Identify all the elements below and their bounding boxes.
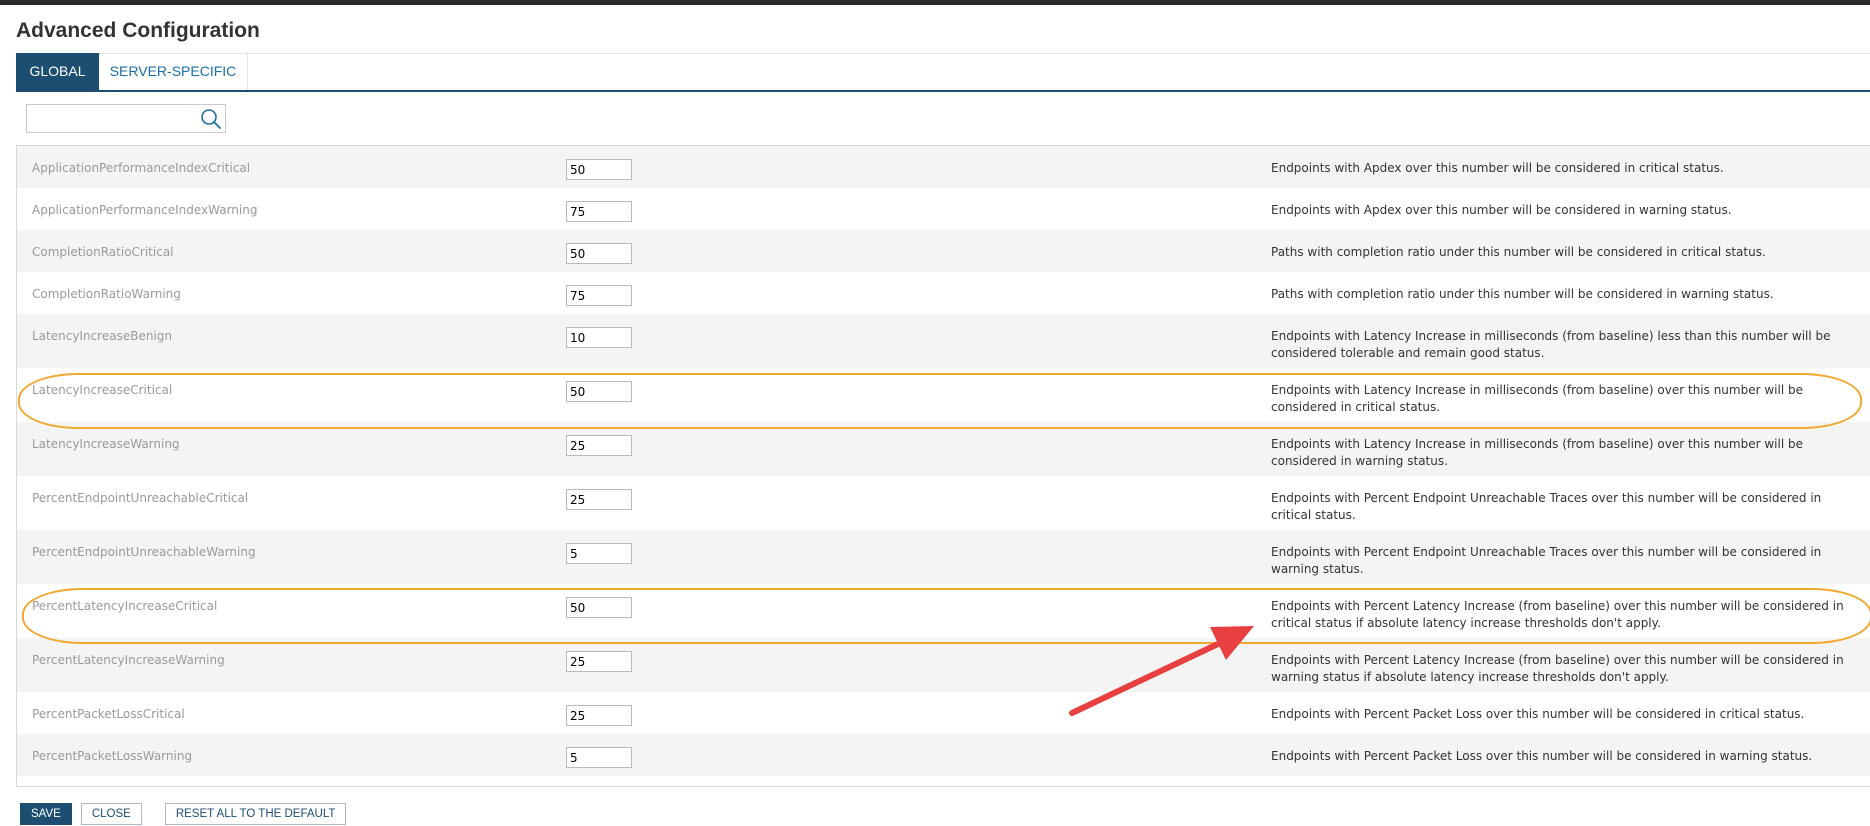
setting-row: PercentPacketLossCritical Endpoints with… [17, 692, 1870, 734]
setting-description: Endpoints with Percent Packet Loss over … [1271, 707, 1805, 721]
setting-description: Endpoints with Latency Increase in milli… [1271, 437, 1803, 468]
setting-value-input[interactable] [566, 651, 632, 672]
setting-name: ApplicationPerformanceIndexWarning [32, 203, 258, 217]
setting-row: CompletionRatioWarning Paths with comple… [17, 272, 1870, 314]
setting-row: PercentEndpointUnreachableCritical Endpo… [17, 476, 1870, 530]
setting-description: Endpoints with Percent Latency Increase … [1271, 653, 1844, 684]
setting-row: LatencyIncreaseBenign Endpoints with Lat… [17, 314, 1870, 368]
setting-row: ApplicationPerformanceIndexWarning Endpo… [17, 188, 1870, 230]
footer-actions: SAVE CLOSE RESET ALL TO THE DEFAULT [20, 803, 347, 825]
setting-value-input[interactable] [566, 327, 632, 348]
setting-row: LatencyIncreaseWarning Endpoints with La… [17, 422, 1870, 476]
search-icon[interactable] [199, 107, 223, 131]
setting-value-input[interactable] [566, 705, 632, 726]
setting-value-input[interactable] [566, 543, 632, 564]
page-title: Advanced Configuration [16, 19, 260, 42]
setting-description: Endpoints with Apdex over this number wi… [1271, 203, 1732, 217]
setting-row: PercentEndpointUnreachableWarning Endpoi… [17, 530, 1870, 584]
setting-name: ApplicationPerformanceIndexCritical [32, 161, 251, 175]
setting-name: PercentPacketLossCritical [32, 707, 185, 721]
setting-name: LatencyIncreaseWarning [32, 437, 180, 451]
setting-name: PercentLatencyIncreaseCritical [32, 599, 218, 613]
setting-description: Paths with completion ratio under this n… [1271, 245, 1766, 259]
setting-row: PercentLatencyIncreaseWarning Endpoints … [17, 638, 1870, 692]
setting-value-input[interactable] [566, 201, 632, 222]
setting-description: Endpoints with Apdex over this number wi… [1271, 161, 1724, 175]
setting-description: Endpoints with Percent Endpoint Unreacha… [1271, 491, 1822, 522]
setting-description: Endpoints with Latency Increase in milli… [1271, 329, 1831, 360]
window-top-bar [0, 0, 1870, 5]
setting-row: PercentLatencyIncreaseCritical Endpoints… [17, 584, 1870, 638]
tab-server-specific[interactable]: SERVER-SPECIFIC [99, 53, 248, 90]
setting-name: LatencyIncreaseBenign [32, 329, 172, 343]
setting-value-input[interactable] [566, 435, 632, 456]
setting-name: CompletionRatioCritical [32, 245, 174, 259]
setting-value-input[interactable] [566, 747, 632, 768]
setting-row: ApplicationPerformanceIndexCritical Endp… [17, 146, 1870, 188]
setting-name: CompletionRatioWarning [32, 287, 181, 301]
setting-value-input[interactable] [566, 285, 632, 306]
setting-value-input[interactable] [566, 489, 632, 510]
settings-table: ApplicationPerformanceIndexCritical Endp… [16, 145, 1870, 787]
reset-all-button[interactable]: RESET ALL TO THE DEFAULT [164, 803, 347, 825]
setting-name: LatencyIncreaseCritical [32, 383, 173, 397]
setting-description: Endpoints with Percent Latency Increase … [1271, 599, 1844, 630]
setting-value-input[interactable] [566, 159, 632, 180]
setting-name: PercentEndpointUnreachableWarning [32, 545, 256, 559]
setting-name: PercentPacketLossWarning [32, 749, 193, 763]
setting-name: PercentLatencyIncreaseWarning [32, 653, 225, 667]
setting-name: PercentEndpointUnreachableCritical [32, 491, 249, 505]
setting-description: Paths with completion ratio under this n… [1271, 287, 1774, 301]
setting-description: Endpoints with Percent Packet Loss over … [1271, 749, 1813, 763]
search-box [26, 104, 226, 133]
setting-description: Endpoints with Percent Endpoint Unreacha… [1271, 545, 1822, 576]
setting-description: Endpoints with Latency Increase in milli… [1271, 383, 1803, 414]
tab-global[interactable]: GLOBAL [16, 53, 99, 90]
setting-row: LatencyIncreaseCritical Endpoints with L… [17, 368, 1870, 422]
setting-row: CompletionRatioCritical Paths with compl… [17, 230, 1870, 272]
setting-row: PercentPacketLossWarning Endpoints with … [17, 734, 1870, 776]
setting-value-input[interactable] [566, 381, 632, 402]
search-input[interactable] [29, 107, 199, 132]
setting-value-input[interactable] [566, 597, 632, 618]
setting-value-input[interactable] [566, 243, 632, 264]
save-button[interactable]: SAVE [20, 803, 72, 825]
tab-bar: GLOBAL SERVER-SPECIFIC [16, 53, 1870, 92]
close-button[interactable]: CLOSE [80, 803, 142, 825]
